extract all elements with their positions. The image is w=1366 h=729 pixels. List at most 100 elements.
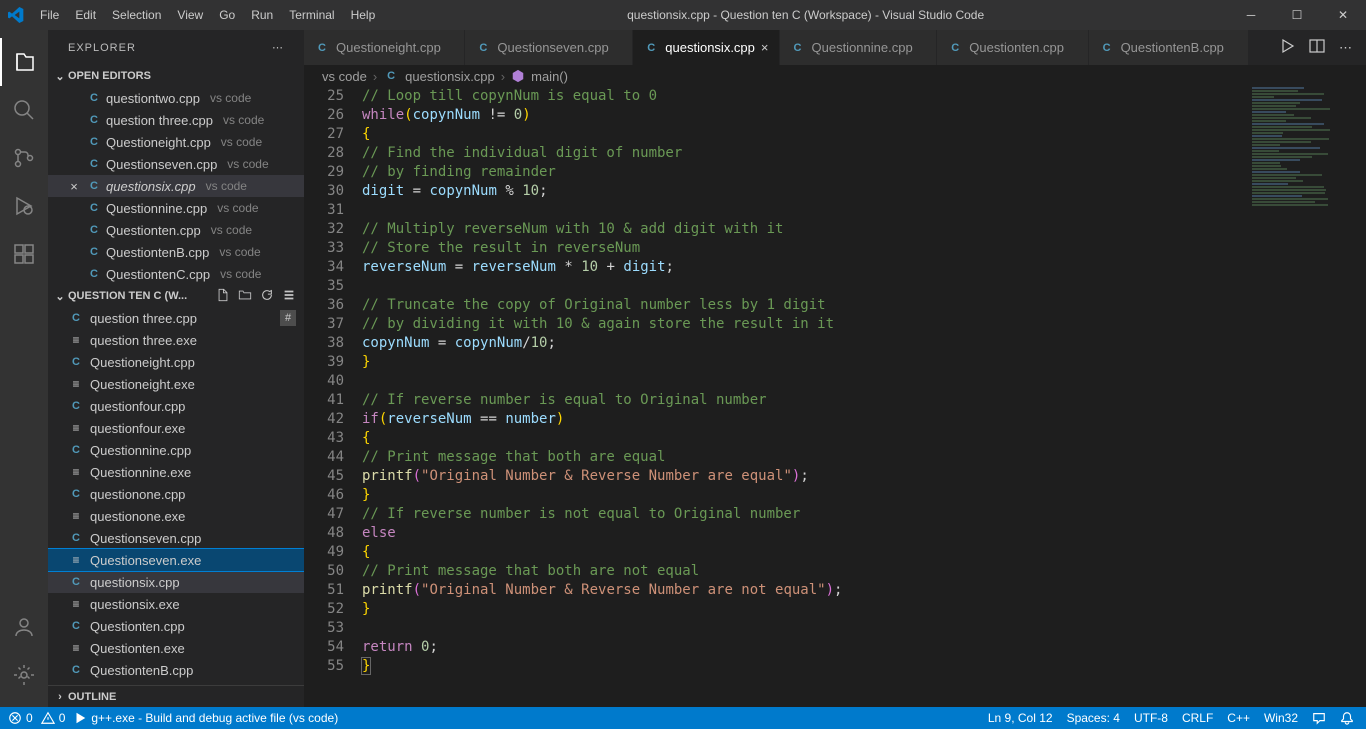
editor-tab[interactable]: C Questionten.cpp × [937,30,1088,65]
explorer-title: EXPLORER [68,42,136,54]
menu-file[interactable]: File [32,8,67,22]
menu-edit[interactable]: Edit [67,8,104,22]
exe-icon: ≡ [68,465,84,479]
debug-config[interactable]: g++.exe - Build and debug active file (v… [73,711,338,725]
explorer-icon[interactable] [0,38,48,86]
breadcrumb[interactable]: vs code › C questionsix.cpp › main() [304,65,1366,87]
minimize-button[interactable]: ─ [1228,0,1274,30]
cpp-icon: C [86,136,102,148]
exe-icon: ≡ [68,597,84,611]
open-editor-item[interactable]: × C questionsix.cpp vs code [48,175,304,197]
close-icon[interactable]: × [761,40,769,55]
new-folder-icon[interactable] [238,288,252,305]
file-item[interactable]: ≡Questioneight.exe [48,373,304,395]
collapse-icon[interactable] [282,288,296,305]
more-icon[interactable]: ⋯ [272,41,284,54]
open-editor-item[interactable]: × C questiontwo.cpp vs code [48,87,304,109]
split-editor-icon[interactable] [1309,38,1325,57]
platform[interactable]: Win32 [1264,711,1298,725]
extensions-icon[interactable] [0,230,48,278]
exe-icon: ≡ [68,333,84,347]
close-icon[interactable]: × [66,179,82,194]
cursor-position[interactable]: Ln 9, Col 12 [988,711,1053,725]
cpp-icon: C [314,42,330,54]
notifications-icon[interactable] [1340,711,1354,725]
cpp-icon: C [68,400,84,412]
file-item[interactable]: ≡Questionten.exe [48,637,304,659]
titlebar: FileEditSelectionViewGoRunTerminalHelp q… [0,0,1366,30]
file-item[interactable]: ≡Questionnine.exe [48,461,304,483]
open-editor-item[interactable]: × C question three.cpp vs code [48,109,304,131]
editor-tab[interactable]: C Questionnine.cpp × [780,30,938,65]
problems-errors[interactable]: 0 [8,711,33,725]
cpp-icon: C [68,356,84,368]
file-item[interactable]: CQuestiontenB.cpp [48,659,304,681]
file-item[interactable]: CQuestionnine.cpp [48,439,304,461]
chevron-right-icon: › [52,691,68,703]
problems-warnings[interactable]: 0 [41,711,66,725]
file-item[interactable]: Cquestion three.cpp# [48,307,304,329]
cpp-icon: C [68,312,84,324]
file-item[interactable]: Cquestionsix.cpp [48,571,304,593]
exe-icon: ≡ [68,509,84,523]
new-file-icon[interactable] [216,288,230,305]
exe-icon: ≡ [68,377,84,391]
open-editor-item[interactable]: × C Questionnine.cpp vs code [48,197,304,219]
feedback-icon[interactable] [1312,711,1326,725]
search-icon[interactable] [0,86,48,134]
cpp-icon: C [86,246,102,258]
menu-selection[interactable]: Selection [104,8,169,22]
file-item[interactable]: ≡Questionseven.exe [48,549,304,571]
folder-header[interactable]: ⌄ QUESTION TEN C (W... [48,285,304,307]
menu-help[interactable]: Help [343,8,384,22]
run-icon[interactable] [1279,38,1295,57]
language-mode[interactable]: C++ [1227,711,1250,725]
editor-tab[interactable]: C Questionseven.cpp × [465,30,633,65]
code-editor[interactable]: 2526272829303132333435363738394041424344… [304,87,1366,707]
cpp-icon: C [68,532,84,544]
outline-header[interactable]: › OUTLINE [48,685,304,707]
refresh-icon[interactable] [260,288,274,305]
run-debug-icon[interactable] [0,182,48,230]
file-item[interactable]: CQuestionten.cpp [48,615,304,637]
editor-tab[interactable]: C QuestiontenB.cpp × [1089,30,1249,65]
file-item[interactable]: CQuestioneight.cpp [48,351,304,373]
open-editor-item[interactable]: × C Questionseven.cpp vs code [48,153,304,175]
file-item[interactable]: ≡question three.exe [48,329,304,351]
editor-tab[interactable]: C questionsix.cpp × [633,30,779,65]
method-icon [511,69,525,83]
cpp-icon: C [86,158,102,170]
editor-tab[interactable]: C Questioneight.cpp × [304,30,465,65]
file-item[interactable]: ≡questionone.exe [48,505,304,527]
open-editor-item[interactable]: × C QuestiontenB.cpp vs code [48,241,304,263]
file-item[interactable]: Cquestionfour.cpp [48,395,304,417]
eol[interactable]: CRLF [1182,711,1213,725]
close-button[interactable]: ✕ [1320,0,1366,30]
more-actions-icon[interactable]: ⋯ [1339,40,1352,56]
open-editor-item[interactable]: × C Questionten.cpp vs code [48,219,304,241]
file-item[interactable]: Cquestionone.cpp [48,483,304,505]
exe-icon: ≡ [68,553,84,567]
cpp-icon: C [86,202,102,214]
cpp-icon: C [86,180,102,192]
settings-gear-icon[interactable] [0,651,48,699]
open-editor-item[interactable]: × C QuestiontenC.cpp vs code [48,263,304,285]
indentation[interactable]: Spaces: 4 [1067,711,1120,725]
maximize-button[interactable]: ☐ [1274,0,1320,30]
chevron-down-icon: ⌄ [52,70,68,83]
menu-terminal[interactable]: Terminal [281,8,342,22]
menu-run[interactable]: Run [243,8,281,22]
menu-go[interactable]: Go [211,8,243,22]
menu-view[interactable]: View [169,8,211,22]
cpp-icon: C [475,42,491,54]
open-editors-header[interactable]: ⌄ OPEN EDITORS [48,65,304,87]
file-item[interactable]: ≡questionfour.exe [48,417,304,439]
cpp-icon: C [383,70,399,82]
minimap[interactable] [1252,87,1352,287]
open-editor-item[interactable]: × C Questioneight.cpp vs code [48,131,304,153]
file-item[interactable]: ≡questionsix.exe [48,593,304,615]
account-icon[interactable] [0,603,48,651]
file-item[interactable]: CQuestionseven.cpp [48,527,304,549]
encoding[interactable]: UTF-8 [1134,711,1168,725]
source-control-icon[interactable] [0,134,48,182]
